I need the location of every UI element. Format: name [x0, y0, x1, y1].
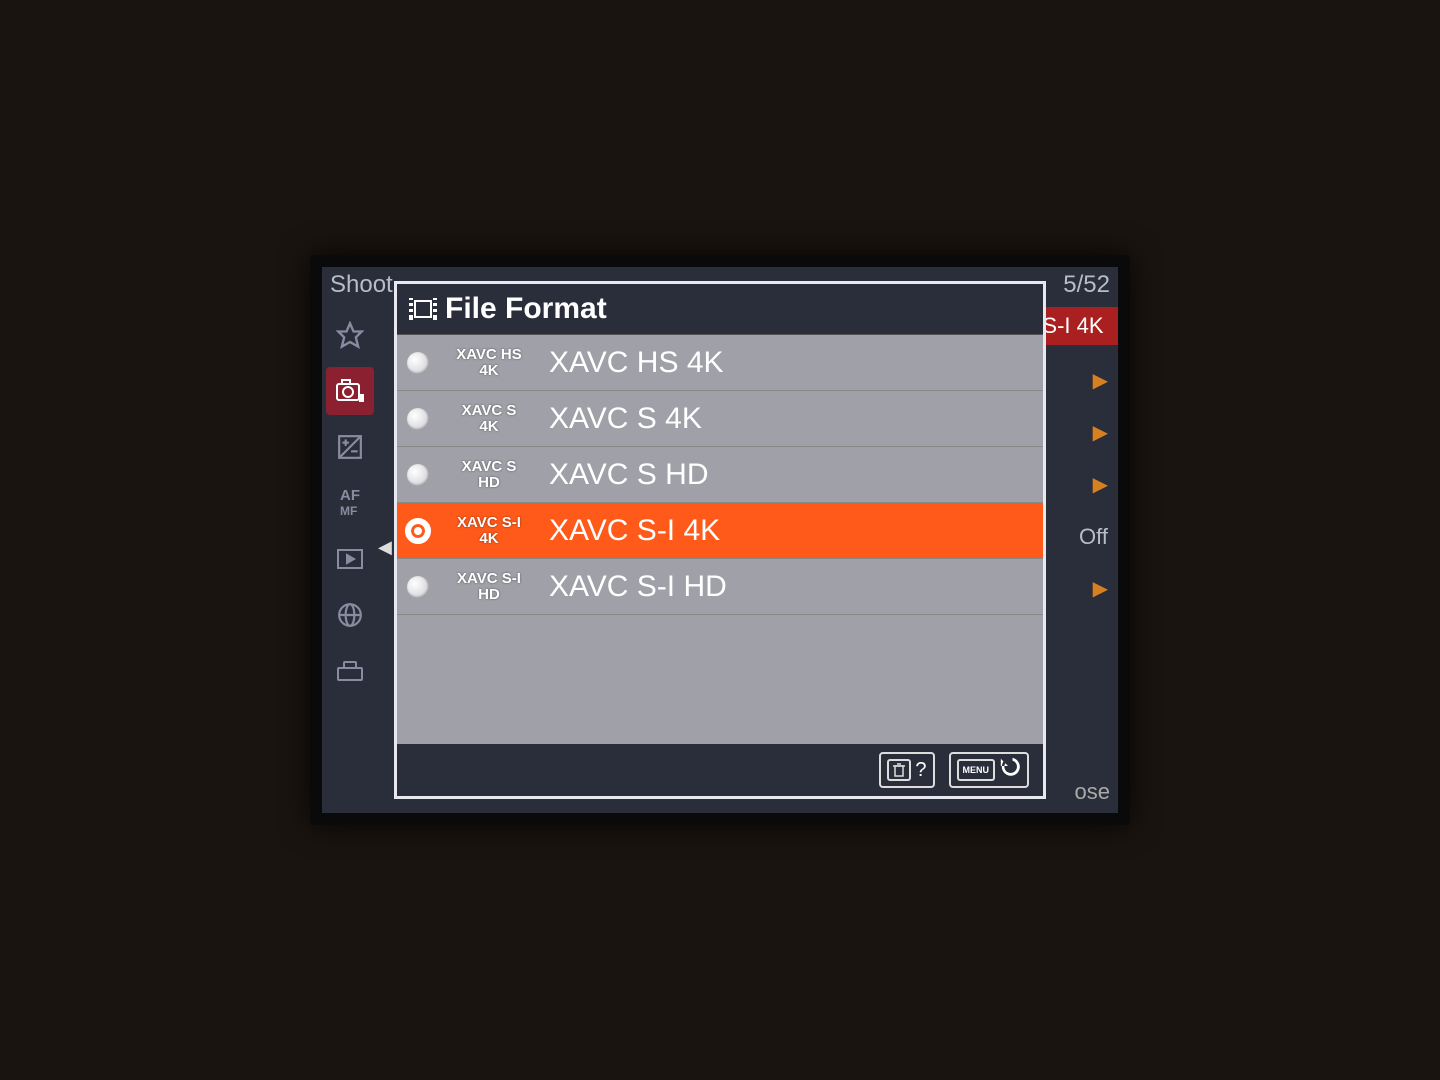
- help-glyph: ?: [915, 759, 926, 782]
- option-badge: XAVC HS4K: [439, 347, 539, 379]
- option-xavc-s-i-4k[interactable]: XAVC S-I4K XAVC S-I 4K: [397, 503, 1043, 559]
- option-label: XAVC S-I HD: [549, 570, 727, 604]
- sidebar-focus-icon[interactable]: AFMF: [326, 479, 374, 527]
- option-xavc-s-hd[interactable]: XAVC SHD XAVC S HD: [397, 447, 1043, 503]
- camera-lcd-screen: Shoot 5/52 AFMF ◀ S-I 4K ▶ ▶ ▶ Off ▶: [310, 255, 1130, 825]
- radio-icon: [407, 464, 429, 486]
- option-badge: XAVC S-I4K: [439, 515, 539, 547]
- menu-category-sidebar: AFMF: [322, 303, 378, 813]
- menu-back-button[interactable]: MENU: [949, 752, 1030, 788]
- popup-footer: ? MENU: [397, 744, 1043, 796]
- popup-title: File Format: [445, 292, 607, 326]
- help-button[interactable]: ?: [879, 752, 934, 788]
- option-xavc-s-i-hd[interactable]: XAVC S-IHD XAVC S-I HD: [397, 559, 1043, 615]
- sidebar-exposure-icon[interactable]: [326, 423, 374, 471]
- sidebar-favorites-icon[interactable]: [326, 311, 374, 359]
- popup-header: File Format: [397, 284, 1043, 335]
- option-label: XAVC S-I 4K: [549, 514, 720, 548]
- radio-icon: [407, 352, 429, 374]
- menu-label: MENU: [957, 759, 996, 781]
- radio-icon: [407, 520, 429, 542]
- option-badge: XAVC SHD: [439, 459, 539, 491]
- sidebar-shooting-icon[interactable]: [326, 367, 374, 415]
- radio-icon: [407, 576, 429, 598]
- file-format-popup: File Format XAVC HS4KXAVC HS 4KXAVC S4KX…: [394, 281, 1046, 799]
- option-label: XAVC S 4K: [549, 402, 702, 436]
- sidebar-playback-icon[interactable]: [326, 535, 374, 583]
- trash-icon: [887, 759, 911, 781]
- option-xavc-hs-4k[interactable]: XAVC HS4K XAVC HS 4K: [397, 335, 1043, 391]
- option-label: XAVC S HD: [549, 458, 708, 492]
- back-arrow-icon: [999, 757, 1021, 783]
- options-list: XAVC HS4KXAVC HS 4KXAVC S4KXAVC S 4KXAVC…: [397, 335, 1043, 744]
- option-badge: XAVC S4K: [439, 403, 539, 435]
- sidebar-network-icon[interactable]: [326, 591, 374, 639]
- option-badge: XAVC S-IHD: [439, 571, 539, 603]
- radio-icon: [407, 408, 429, 430]
- sidebar-setup-icon[interactable]: [326, 647, 374, 695]
- bg-close-label: ose: [1075, 779, 1110, 805]
- option-label: XAVC HS 4K: [549, 346, 724, 380]
- bg-menu-title: Shoot: [330, 271, 393, 299]
- left-caret-icon: ◀: [378, 537, 392, 558]
- page-counter: 5/52: [1063, 271, 1110, 299]
- option-xavc-s-4k[interactable]: XAVC S4K XAVC S 4K: [397, 391, 1043, 447]
- film-icon: [409, 298, 437, 320]
